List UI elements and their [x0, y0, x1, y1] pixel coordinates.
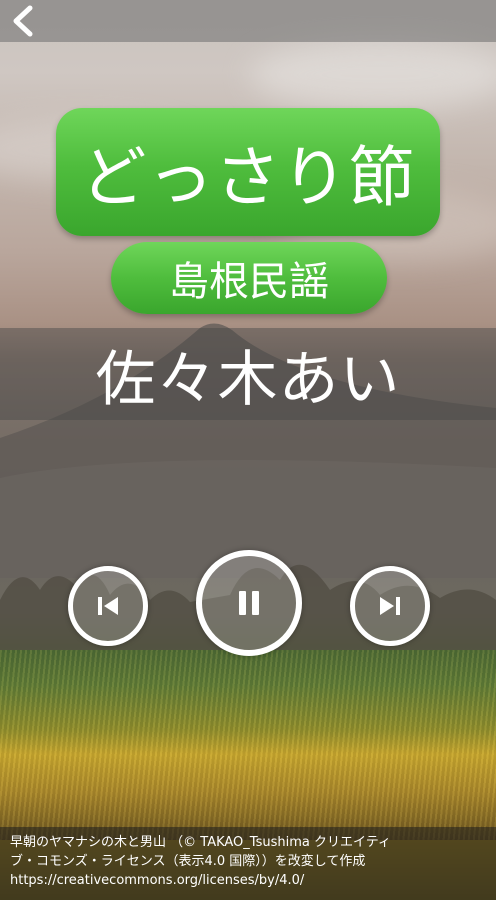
grass-field: [0, 650, 496, 840]
chevron-left-icon: [13, 5, 33, 37]
singer-banner: 佐々木あい: [0, 328, 496, 420]
next-track-button[interactable]: [350, 566, 430, 646]
credit-line: ブ・コモンズ・ライセンス（表示4.0 国際））を改変して作成: [10, 854, 366, 869]
previous-track-button[interactable]: [68, 566, 148, 646]
back-button[interactable]: [6, 2, 44, 40]
song-genre-badge: 島根民謡: [111, 242, 387, 314]
sky-cloud: [250, 40, 496, 110]
song-title-badge: どっさり節: [56, 108, 440, 236]
singer-name: 佐々木あい: [95, 344, 401, 415]
skip-next-icon: [380, 597, 400, 615]
pause-icon: [239, 591, 259, 615]
credit-line: 早朝のヤマナシの木と男山 （© TAKAO_Tsushima クリエイティ: [10, 835, 391, 850]
song-genre: 島根民謡: [169, 259, 329, 305]
top-bar: [0, 0, 496, 42]
pause-button[interactable]: [196, 550, 302, 656]
player-screen: どっさり節 島根民謡 佐々木あい 早朝のヤマナシの木と男山 （© TAKAO_T…: [0, 0, 496, 900]
song-title: どっさり節: [80, 139, 416, 216]
skip-previous-icon: [98, 597, 118, 615]
photo-credit: 早朝のヤマナシの木と男山 （© TAKAO_Tsushima クリエイティ ブ・…: [0, 827, 496, 900]
license-link[interactable]: https://creativecommons.org/licenses/by/…: [10, 871, 486, 890]
